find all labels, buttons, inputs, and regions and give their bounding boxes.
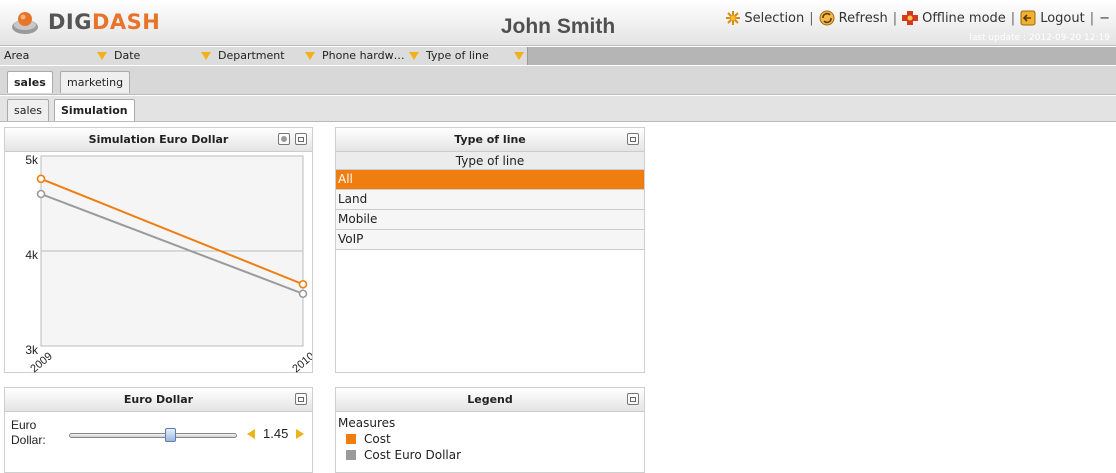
simulation-panel-header: Simulation Euro Dollar [5, 128, 312, 152]
filter-area-dropdown[interactable]: Area [0, 47, 110, 65]
secondary-tab-bar: sales Simulation [0, 96, 1116, 122]
filter-department-dropdown[interactable]: Department [214, 47, 318, 65]
legend-swatch [346, 450, 356, 460]
euro-dollar-label: Euro Dollar: [11, 418, 46, 447]
y-tick-label: 4k [25, 248, 39, 262]
minimize-panel-button[interactable] [627, 133, 639, 145]
legend-panel-title: Legend [467, 393, 513, 406]
logout-button[interactable]: Logout [1020, 10, 1085, 26]
euro-dollar-slider-track[interactable] [69, 433, 237, 438]
logout-label: Logout [1040, 10, 1085, 26]
filter-label: Phone hardw… [322, 49, 405, 62]
subtab-sales[interactable]: sales [7, 99, 50, 121]
chevron-down-icon [97, 52, 107, 60]
refresh-button[interactable]: Refresh [819, 10, 888, 26]
filter-label: Area [4, 49, 30, 62]
euro-dollar-value-control: 1.45 [247, 426, 305, 441]
type-of-line-panel: Type of line Type of line All Land Mobil… [335, 127, 645, 373]
tab-sales[interactable]: sales [7, 71, 53, 93]
filter-bar: Area Date Department Phone hardw… Type o… [0, 47, 1116, 65]
filter-label: Type of line [426, 49, 489, 62]
legend-label: Cost Euro Dollar [364, 448, 462, 462]
logo-icon [10, 8, 40, 36]
app-header: DIGDASH John Smith Selection | Refresh | [0, 0, 1116, 46]
refresh-icon [819, 10, 835, 26]
selection-label: Selection [744, 10, 805, 26]
selection-icon [726, 11, 741, 25]
euro-dollar-panel: Euro Dollar Euro Dollar: 1.45 [4, 387, 313, 473]
last-update: last update : 2012-09-20 12:19 [969, 33, 1110, 43]
y-tick-label: 5k [25, 153, 39, 167]
tab-marketing[interactable]: marketing [60, 71, 131, 93]
euro-dollar-panel-title: Euro Dollar [123, 393, 194, 406]
chevron-down-icon [201, 52, 211, 60]
simulation-panel: Simulation Euro Dollar 3k 4k 5k 2009 2010 [4, 127, 313, 373]
settings-icon[interactable] [278, 133, 290, 145]
type-of-line-panel-title: Type of line [454, 133, 526, 146]
increase-arrow-icon[interactable] [296, 428, 305, 439]
logo-text: DIGDASH [48, 10, 160, 34]
filter-label: Department [218, 49, 285, 62]
digdash-logo: DIGDASH [10, 8, 160, 36]
filter-area: Area Date Department Phone hardw… Type o… [0, 47, 528, 65]
legend-item-cost: Cost [336, 430, 644, 446]
offline-mode-label: Offline mode [922, 10, 1006, 26]
legend-panel: Legend Measures Cost Cost Euro Dollar [335, 387, 645, 473]
logo-text-dig: DIG [48, 10, 92, 34]
logout-icon [1020, 10, 1036, 26]
list-item-voip[interactable]: VoIP [336, 230, 644, 250]
list-item-land[interactable]: Land [336, 190, 644, 210]
refresh-label: Refresh [838, 10, 888, 26]
filter-phone-hardware-dropdown[interactable]: Phone hardw… [318, 47, 422, 65]
minimize-panel-button[interactable] [295, 393, 307, 405]
list-item-mobile[interactable]: Mobile [336, 210, 644, 230]
decrease-arrow-icon[interactable] [247, 428, 255, 439]
toolbar-separator: | [892, 10, 898, 26]
toolbar-separator: | [1010, 10, 1016, 26]
list-item-all[interactable]: All [336, 170, 644, 190]
toolbar: Selection | Refresh | Offline mode | Log… [726, 10, 1110, 26]
data-point [298, 279, 308, 289]
chevron-down-icon [409, 52, 419, 60]
simulation-panel-title: Simulation Euro Dollar [88, 133, 229, 146]
legend-item-cost-euro-dollar: Cost Euro Dollar [336, 446, 644, 462]
x-tick-label: 2010 [290, 350, 312, 373]
type-of-line-column-header: Type of line [336, 152, 644, 170]
legend-label: Cost [364, 432, 391, 446]
minimize-header-button[interactable]: − [1099, 11, 1110, 26]
simulation-chart: 3k4k5k2009 2010 [25, 153, 312, 373]
data-point [298, 289, 308, 299]
minimize-panel-button[interactable] [295, 133, 307, 145]
minimize-panel-button[interactable] [627, 393, 639, 405]
euro-dollar-panel-header: Euro Dollar [5, 388, 312, 412]
filter-label: Date [114, 49, 141, 62]
offline-mode-button[interactable]: Offline mode [902, 11, 1006, 26]
chevron-down-icon [514, 52, 524, 60]
logo-text-dash: DASH [91, 10, 161, 34]
data-point [36, 174, 46, 184]
chevron-down-icon [305, 52, 315, 60]
primary-tab-bar: sales marketing [0, 66, 1116, 95]
y-tick-label: 3k [25, 343, 39, 357]
toolbar-separator: | [809, 10, 814, 26]
type-of-line-panel-header: Type of line [336, 128, 644, 152]
toolbar-separator: | [1089, 10, 1095, 26]
euro-dollar-slider-handle[interactable] [165, 428, 176, 442]
data-point [36, 189, 46, 199]
filter-date-dropdown[interactable]: Date [110, 47, 214, 65]
subtab-simulation[interactable]: Simulation [54, 99, 135, 121]
selection-button[interactable]: Selection [726, 11, 804, 26]
offline-icon [902, 11, 919, 25]
legend-heading: Measures [338, 416, 396, 430]
legend-swatch [346, 434, 356, 444]
filter-type-of-line-dropdown[interactable]: Type of line [422, 47, 527, 65]
euro-dollar-value: 1.45 [263, 426, 289, 441]
legend-panel-header: Legend [336, 388, 644, 412]
